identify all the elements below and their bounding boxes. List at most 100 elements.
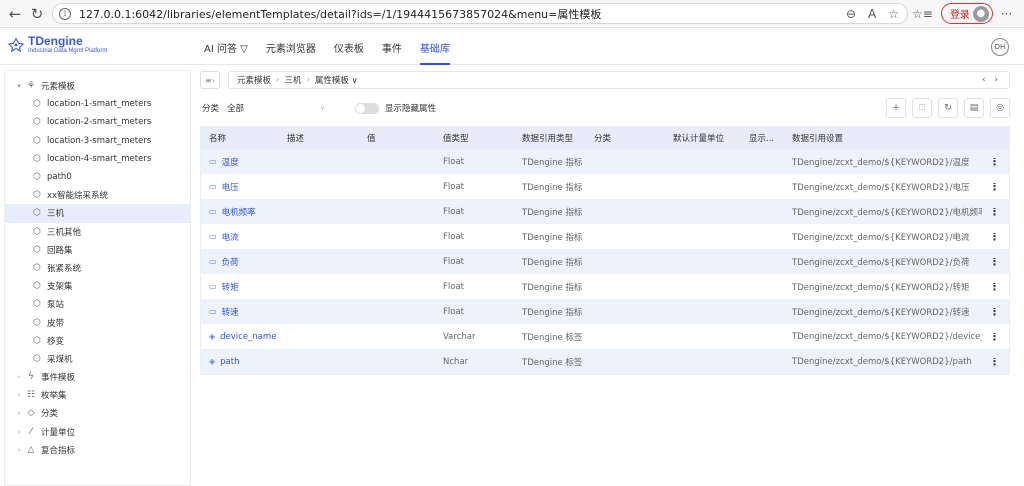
attribute-name[interactable]: ▭ 温度 xyxy=(209,156,285,168)
nav-events[interactable]: 事件 xyxy=(382,29,402,65)
caret-right-icon[interactable]: › xyxy=(13,391,25,399)
col-value[interactable]: 值 xyxy=(367,132,376,144)
col-reference-type[interactable]: 数据引用类型 xyxy=(522,132,573,144)
row-more-icon[interactable]: ⋮ xyxy=(989,183,1000,191)
table-row[interactable]: ▭ 负荷 Float TDengine 指标 TDengine/zcxt_dem… xyxy=(201,249,1009,274)
breadcrumb-item[interactable]: 三机 xyxy=(284,74,301,86)
row-more-icon[interactable]: ⋮ xyxy=(989,158,1000,166)
tree-item[interactable]: ⬡ 泵站 xyxy=(5,295,190,313)
tree-item-selected[interactable]: ⬡ 三机 xyxy=(5,204,190,223)
attribute-name[interactable]: ▭ 转速 xyxy=(209,306,285,318)
refresh-icon[interactable]: ↻ xyxy=(938,98,958,118)
breadcrumb-item[interactable]: 元素模板 xyxy=(237,74,271,86)
tree-section-units[interactable]: › ⁄ 计量单位 xyxy=(5,423,190,441)
tree-item[interactable]: ⬡ location-4-smart_meters xyxy=(5,150,190,168)
settings-icon[interactable]: ◎ xyxy=(990,98,1010,118)
back-icon[interactable]: ← xyxy=(4,3,26,25)
tree-item[interactable]: ⬡ 皮带 xyxy=(5,313,190,331)
more-icon[interactable]: ··· xyxy=(1001,7,1012,21)
row-more-icon[interactable]: ⋮ xyxy=(989,208,1000,216)
list-icon: ☷ xyxy=(26,390,36,401)
col-reference-setting[interactable]: 数据引用设置 xyxy=(792,132,843,144)
table-row[interactable]: ▭ 温度 Float TDengine 指标 TDengine/zcxt_dem… xyxy=(201,149,1009,174)
row-more-icon[interactable]: ⋮ xyxy=(989,233,1000,241)
table-row[interactable]: ◈ device_name Varchar TDengine 标签 TDengi… xyxy=(201,324,1009,349)
category-select[interactable]: 全部 ∨ xyxy=(225,99,325,117)
caret-right-icon[interactable]: › xyxy=(13,409,25,417)
tree-section-event-templates[interactable]: › ϟ 事件模板 xyxy=(5,368,190,386)
login-button[interactable]: 登录 ● xyxy=(940,3,993,24)
tree-section-enum-sets[interactable]: › ☷ 枚举集 xyxy=(5,386,190,404)
nav-ai-qa[interactable]: AI 问答 ▽ xyxy=(204,29,248,65)
user-avatar[interactable]: DH xyxy=(991,38,1009,56)
tree-item[interactable]: ⬡ 张紧系统 xyxy=(5,259,190,277)
col-name[interactable]: 名称 xyxy=(209,132,226,144)
tree-section-categories[interactable]: › ◇ 分类 xyxy=(5,404,190,422)
table-row[interactable]: ▭ 电机频率 Float TDengine 指标 TDengine/zcxt_d… xyxy=(201,199,1009,224)
row-more-icon[interactable]: ⋮ xyxy=(989,358,1000,366)
attribute-name[interactable]: ◈ device_name xyxy=(209,332,285,342)
attribute-name-text: 电机频率 xyxy=(221,207,256,218)
row-more-icon[interactable]: ⋮ xyxy=(989,258,1000,266)
attribute-name[interactable]: ▭ 电压 xyxy=(209,181,285,193)
favorite-star-icon[interactable]: ☆ xyxy=(888,7,899,21)
tree-label: location-1-smart_meters xyxy=(47,99,152,110)
attribute-name[interactable]: ◈ path xyxy=(209,357,285,367)
attribute-name[interactable]: ▭ 电机频率 xyxy=(209,206,285,218)
value-type: Float xyxy=(443,281,464,292)
logo-subtitle: Industrial Data Mgmt Platform xyxy=(28,48,108,54)
col-description[interactable]: 描述 xyxy=(287,132,304,144)
add-icon[interactable]: + xyxy=(886,98,906,118)
info-icon[interactable]: i xyxy=(59,7,71,20)
table-row[interactable]: ◈ path Nchar TDengine 标签 TDengine/zcxt_d… xyxy=(201,349,1009,374)
favorites-icon[interactable]: ☆≡ xyxy=(912,7,933,21)
zoom-icon[interactable]: ⊖ xyxy=(846,7,856,21)
tree-root-element-templates[interactable]: ▾ ⚘ 元素模板 xyxy=(5,77,190,95)
row-more-icon[interactable]: ⋮ xyxy=(989,283,1000,291)
caret-down-icon[interactable]: ▾ xyxy=(13,82,25,90)
tree-item[interactable]: ⬡ 移变 xyxy=(5,332,190,350)
reload-icon[interactable]: ↻ xyxy=(26,3,48,25)
nav-base-library[interactable]: 基础库 xyxy=(419,29,450,65)
address-bar[interactable]: i 127.0.0.1:6042/libraries/elementTempla… xyxy=(52,3,908,24)
tree-section-composite-indicators[interactable]: › △ 复合指标 xyxy=(5,441,190,459)
tree-item[interactable]: ⬡ xx智能综采系统 xyxy=(5,186,190,204)
tree-item[interactable]: ⬡ location-2-smart_meters xyxy=(5,113,190,131)
table-row[interactable]: ▭ 转矩 Float TDengine 指标 TDengine/zcxt_dem… xyxy=(201,274,1009,299)
tree-item[interactable]: ⬡ location-3-smart_meters xyxy=(5,132,190,150)
tree-item[interactable]: ⬡ 支架集 xyxy=(5,277,190,295)
tree-item[interactable]: ⬡ path0 xyxy=(5,168,190,186)
collapse-sidebar-icon[interactable]: ≡› xyxy=(200,71,220,89)
breadcrumb-item[interactable]: 属性模板 ∨ xyxy=(315,74,358,86)
attribute-name[interactable]: ▭ 电流 xyxy=(209,231,285,243)
col-default-unit[interactable]: 默认计量单位 xyxy=(673,132,724,144)
tree-item[interactable]: ⬡ 回路集 xyxy=(5,241,190,259)
table-row[interactable]: ▭ 电压 Float TDengine 指标 TDengine/zcxt_dem… xyxy=(201,174,1009,199)
reference-setting: TDengine/zcxt_demo/${KEYWORD2}/device_..… xyxy=(792,331,982,342)
caret-right-icon[interactable]: › xyxy=(13,428,25,436)
table-row[interactable]: ▭ 转速 Float TDengine 指标 TDengine/zcxt_dem… xyxy=(201,299,1009,324)
reference-setting: TDengine/zcxt_demo/${KEYWORD2}/温度 xyxy=(792,157,970,168)
caret-right-icon[interactable]: › xyxy=(13,446,25,454)
tree-item[interactable]: ⬡ 采煤机 xyxy=(5,350,190,368)
read-aloud-icon[interactable]: A xyxy=(868,7,876,21)
col-display[interactable]: 显示... xyxy=(749,132,774,144)
nav-dashboard[interactable]: 仪表板 xyxy=(334,29,364,65)
show-hidden-toggle[interactable] xyxy=(355,102,380,114)
tree-item[interactable]: ⬡ location-1-smart_meters xyxy=(5,95,190,113)
table-row[interactable]: ▭ 电流 Float TDengine 指标 TDengine/zcxt_dem… xyxy=(201,224,1009,249)
nav-element-browser[interactable]: 元素浏览器 xyxy=(266,29,316,65)
col-category[interactable]: 分类 xyxy=(594,132,611,144)
tree-item[interactable]: ⬡ 三机其他 xyxy=(5,223,190,241)
caret-right-icon[interactable]: › xyxy=(13,373,25,381)
save-icon[interactable]: ▤ xyxy=(964,98,984,118)
cube-icon: ⬡ xyxy=(33,317,41,328)
row-more-icon[interactable]: ⋮ xyxy=(989,333,1000,341)
prev-next-icon[interactable]: ‹ › xyxy=(982,75,1001,85)
logo[interactable]: TDengine Industrial Data Mgmt Platform xyxy=(8,35,107,55)
row-more-icon[interactable]: ⋮ xyxy=(989,308,1000,316)
delete-icon[interactable]: ⊡ xyxy=(912,98,932,118)
attribute-name[interactable]: ▭ 转矩 xyxy=(209,281,285,293)
col-value-type[interactable]: 值类型 xyxy=(443,132,469,144)
attribute-name[interactable]: ▭ 负荷 xyxy=(209,256,285,268)
